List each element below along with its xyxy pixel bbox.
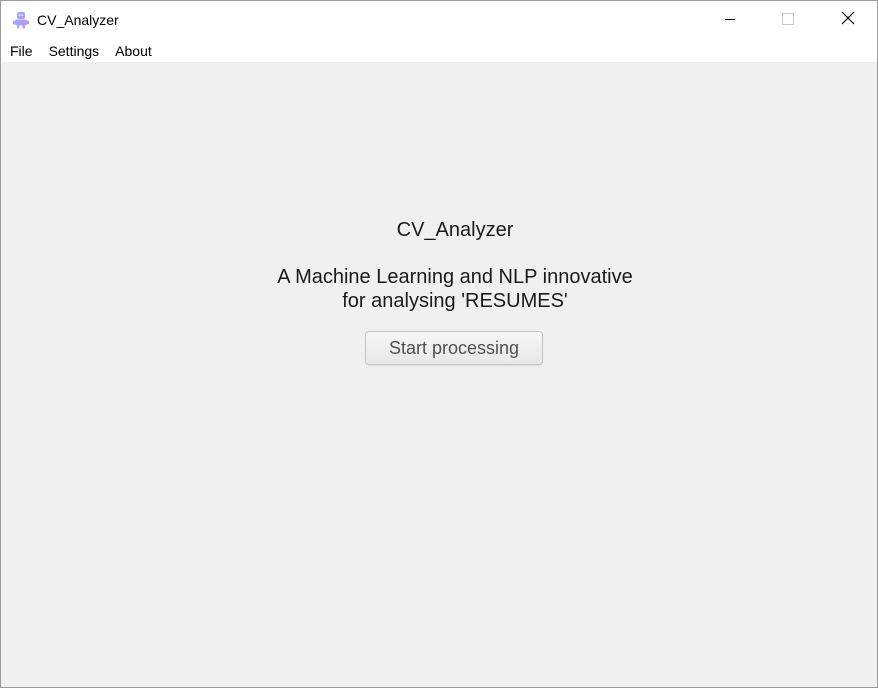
minimize-icon (724, 12, 736, 30)
minimize-button[interactable] (701, 1, 759, 40)
menu-about[interactable]: About (107, 40, 160, 62)
robot-app-icon (12, 11, 30, 29)
app-window: CV_Analyzer File Settings About CV_Analy… (0, 0, 878, 688)
close-button[interactable] (819, 1, 877, 40)
main-content: CV_Analyzer A Machine Learning and NLP i… (1, 62, 877, 687)
menu-file[interactable]: File (1, 40, 41, 62)
start-processing-button[interactable]: Start processing (365, 331, 543, 365)
maximize-icon (782, 12, 794, 30)
window-title: CV_Analyzer (37, 12, 119, 28)
menu-settings[interactable]: Settings (41, 40, 108, 62)
app-heading: CV_Analyzer (396, 219, 514, 241)
menu-bar: File Settings About (1, 40, 877, 62)
close-icon (841, 11, 855, 30)
subtitle-line-2: for analysing 'RESUMES' (342, 290, 568, 312)
title-bar[interactable]: CV_Analyzer (1, 1, 877, 40)
app-subtitle: A Machine Learning and NLP innovative fo… (1, 265, 877, 313)
subtitle-line-1: A Machine Learning and NLP innovative (277, 266, 633, 288)
maximize-button[interactable] (759, 1, 817, 40)
